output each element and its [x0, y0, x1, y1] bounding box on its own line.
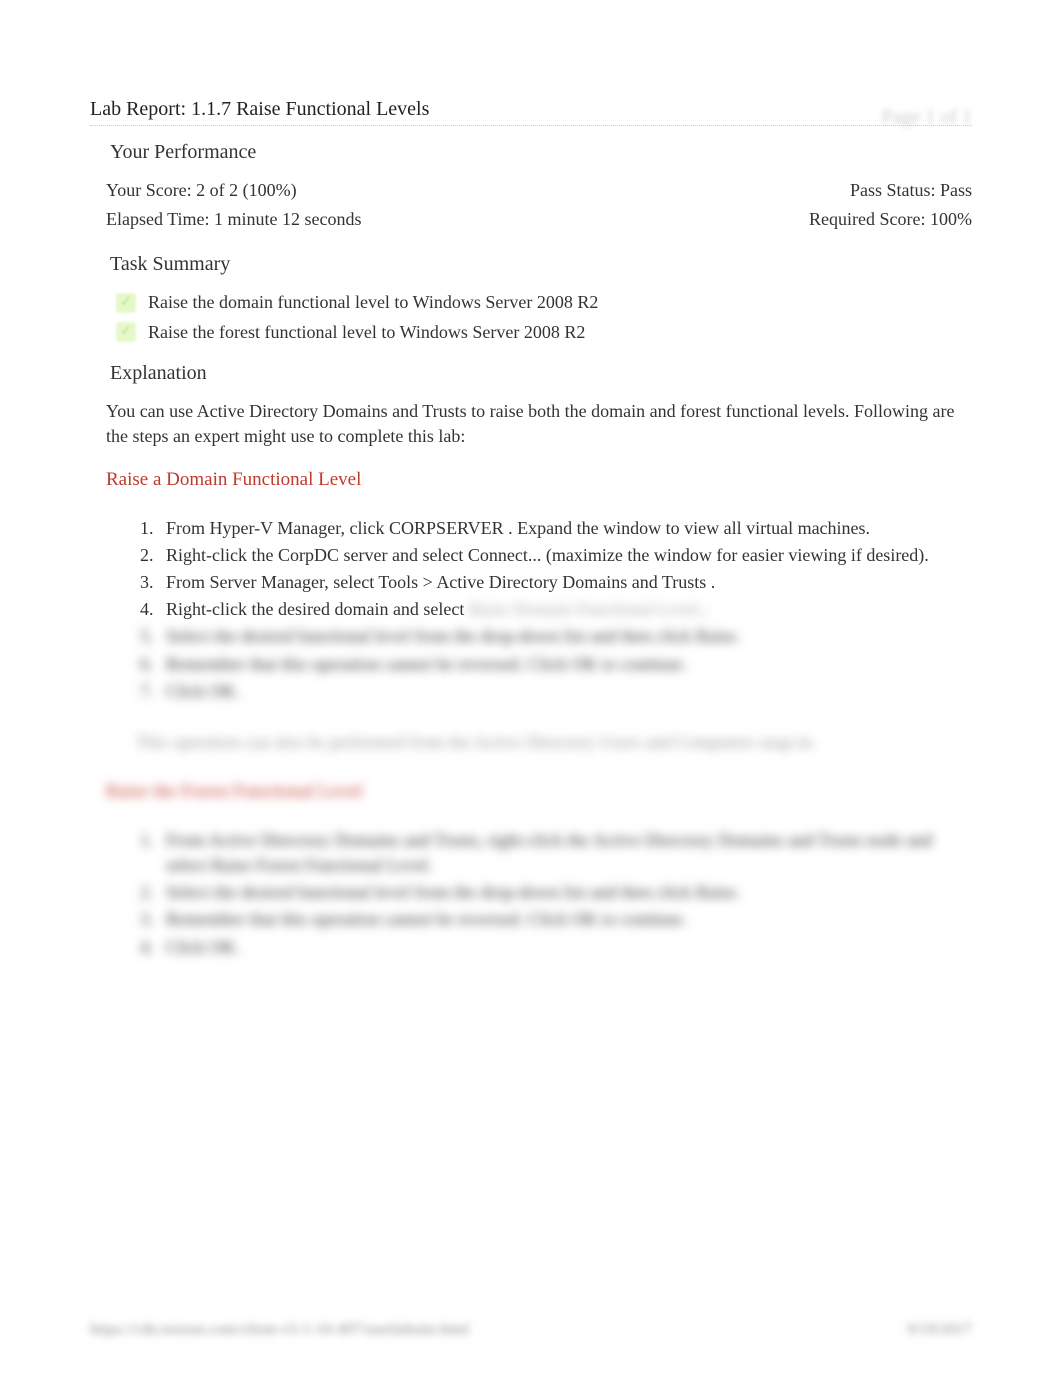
step-text: . [706, 572, 715, 592]
step-item: Right-click the desired domain and selec… [158, 597, 952, 622]
page-number: Page 1 of 1 [881, 103, 972, 131]
step-item: From Server Manager, select Tools > Acti… [158, 570, 952, 595]
step-blurred: Click OK. [158, 935, 952, 960]
performance-heading: Your Performance [110, 138, 972, 166]
check-icon: ✓ [116, 322, 136, 342]
report-title: Lab Report: 1.1.7 Raise Functional Level… [90, 95, 972, 123]
score-text: Your Score: 2 of 2 (100%) [106, 178, 297, 203]
check-icon: ✓ [116, 293, 136, 313]
explanation-heading: Explanation [110, 359, 972, 387]
step-blurred: Raise Domain Functional Level... [469, 599, 712, 619]
page-footer: https://cdn.testout.com/client-v5-1-10-4… [90, 1319, 972, 1341]
step-blurred: From Active Directory Domains and Trusts… [158, 828, 952, 878]
task-text: Raise the forest functional level to Win… [148, 320, 585, 345]
footer-url: https://cdn.testout.com/client-v5-1-10-4… [90, 1319, 469, 1341]
step-blurred: Select the desired functional level from… [158, 624, 952, 649]
task-item: ✓ Raise the domain functional level to W… [116, 290, 972, 315]
step-text: From Server Manager, select [166, 572, 378, 592]
steps-list-blurred: From Active Directory Domains and Trusts… [158, 828, 952, 960]
pass-status: Pass Status: Pass [850, 178, 972, 203]
steps-list: From Hyper-V Manager, click CORPSERVER .… [158, 516, 952, 704]
step-item: From Hyper-V Manager, click CORPSERVER .… [158, 516, 952, 541]
step-text: From Hyper-V Manager, click [166, 518, 389, 538]
step-blurred: Select the desired functional level from… [158, 880, 952, 905]
step-text: > [418, 572, 436, 592]
divider [90, 125, 972, 126]
raise-domain-heading: Raise a Domain Functional Level [106, 467, 972, 494]
note-blurred: This operation can also be performed fro… [136, 730, 956, 755]
step-keyword: Connect... [468, 545, 542, 565]
step-blurred: Remember that this operation cannot be r… [158, 907, 952, 932]
task-summary-heading: Task Summary [110, 250, 972, 278]
step-keyword: Tools [378, 572, 418, 592]
task-item: ✓ Raise the forest functional level to W… [116, 320, 972, 345]
footer-date: 9/19/2017 [907, 1319, 972, 1341]
raise-forest-heading-blurred: Raise the Forest Functional Level [106, 779, 972, 806]
step-keyword: CORPSERVER [389, 518, 504, 538]
step-text: . Expand the window to view all virtual … [504, 518, 870, 538]
step-text: Right-click the desired domain and selec… [166, 599, 469, 619]
step-keyword: Active Directory Domains and Trusts [436, 572, 706, 592]
explanation-intro: You can use Active Directory Domains and… [106, 399, 956, 449]
task-text: Raise the domain functional level to Win… [148, 290, 598, 315]
step-item: Right-click the CorpDC server and select… [158, 543, 952, 568]
elapsed-time: Elapsed Time: 1 minute 12 seconds [106, 207, 362, 232]
step-text: (maximize the window for easier viewing … [541, 545, 928, 565]
step-blurred: Remember that this operation cannot be r… [158, 652, 952, 677]
required-score: Required Score: 100% [809, 207, 972, 232]
step-blurred: Click OK. [158, 679, 952, 704]
step-text: Right-click the CorpDC server and select [166, 545, 468, 565]
